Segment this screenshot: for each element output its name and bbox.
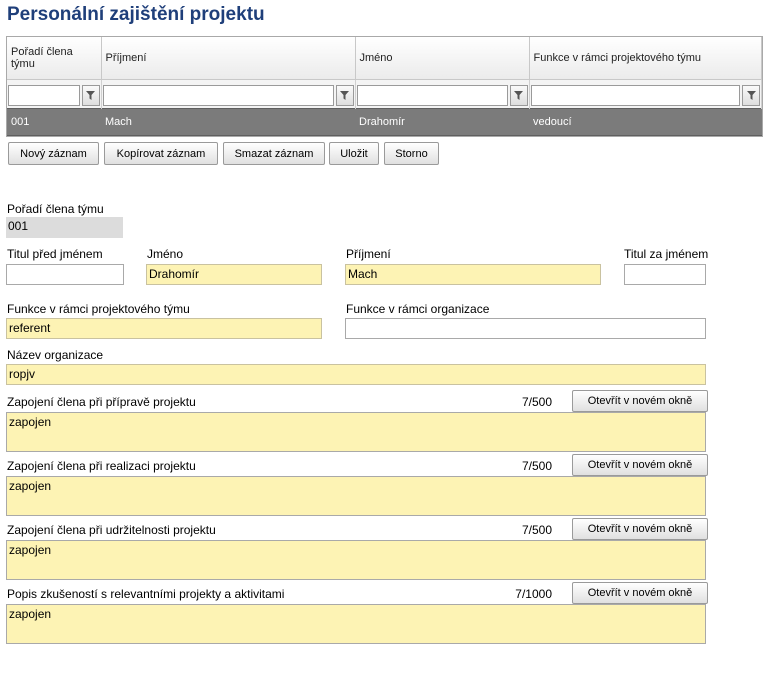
order-value: 001 — [6, 217, 123, 238]
title-before-field[interactable] — [6, 264, 124, 285]
filter-input-first-name[interactable] — [356, 84, 508, 106]
last-name-label: Příjmení — [346, 247, 391, 261]
org-name-label: Název organizace — [7, 348, 104, 362]
exp-textarea[interactable]: zapojen — [6, 604, 706, 644]
column-header-last-name[interactable]: Příjmení — [101, 37, 356, 80]
prep-open-window-button[interactable]: Otevřít v novém okně — [572, 390, 708, 412]
last-name-field[interactable]: Mach — [345, 264, 601, 285]
save-button[interactable]: Uložit — [329, 142, 379, 165]
copy-record-button[interactable]: Kopírovat záznam — [104, 142, 218, 165]
prep-textarea[interactable]: zapojen — [6, 412, 706, 452]
new-record-button[interactable]: Nový záznam — [8, 142, 99, 165]
table-row[interactable]: 001 Mach Drahomír vedoucí — [7, 108, 762, 136]
filter-icon — [746, 90, 756, 100]
title-after-label: Titul za jménem — [624, 247, 709, 261]
sust-label: Zapojení člena při udržitelnosti projekt… — [7, 523, 216, 537]
impl-counter: 7/500 — [521, 459, 552, 473]
org-name-field[interactable]: ropjv — [6, 364, 706, 385]
prep-label: Zapojení člena při přípravě projektu — [7, 395, 196, 409]
grid-header-row: Pořadí člena týmu Příjmení Jméno Funkce … — [7, 37, 762, 80]
prep-counter: 7/500 — [521, 395, 552, 409]
filter-icon — [340, 90, 349, 100]
filter-input-function[interactable] — [530, 84, 740, 106]
cell-order: 001 — [7, 108, 101, 136]
team-function-field[interactable]: referent — [6, 318, 322, 339]
first-name-field[interactable]: Drahomír — [146, 264, 322, 285]
column-header-order[interactable]: Pořadí člena týmu — [7, 37, 102, 80]
exp-label: Popis zkušeností s relevantními projekty… — [7, 587, 285, 601]
impl-textarea[interactable]: zapojen — [6, 476, 706, 516]
column-header-function[interactable]: Funkce v rámci projektového týmu — [529, 37, 762, 80]
impl-label: Zapojení člena při realizaci projektu — [7, 459, 196, 473]
exp-open-window-button[interactable]: Otevřít v novém okně — [572, 582, 708, 604]
filter-icon — [86, 90, 95, 100]
team-function-label: Funkce v rámci projektového týmu — [7, 302, 190, 316]
sust-open-window-button[interactable]: Otevřít v novém okně — [572, 518, 708, 540]
page-title: Personální zajištění projektu — [7, 4, 265, 25]
delete-record-button[interactable]: Smazat záznam — [223, 142, 325, 165]
filter-button-last-name[interactable] — [335, 84, 354, 106]
column-header-first-name[interactable]: Jméno — [355, 37, 530, 80]
filter-input-last-name[interactable] — [102, 84, 334, 106]
cancel-button[interactable]: Storno — [384, 142, 439, 165]
cell-function: vedoucí — [529, 108, 762, 136]
org-function-label: Funkce v rámci organizace — [346, 302, 490, 316]
sust-counter: 7/500 — [521, 523, 552, 537]
order-label: Pořadí člena týmu — [7, 202, 104, 216]
filter-button-order[interactable] — [81, 84, 100, 106]
first-name-label: Jméno — [147, 247, 184, 261]
grid-filter-row — [7, 79, 762, 109]
cell-last-name: Mach — [101, 108, 355, 136]
filter-button-function[interactable] — [742, 84, 760, 106]
title-before-label: Titul před jménem — [7, 247, 103, 261]
org-function-field[interactable] — [345, 318, 706, 339]
team-grid: Pořadí člena týmu Příjmení Jméno Funkce … — [6, 36, 763, 137]
cell-first-name: Drahomír — [355, 108, 529, 136]
sust-textarea[interactable]: zapojen — [6, 540, 706, 580]
impl-open-window-button[interactable]: Otevřít v novém okně — [572, 454, 708, 476]
exp-counter: 7/1000 — [515, 587, 552, 601]
filter-input-order[interactable] — [8, 84, 80, 106]
title-after-field[interactable] — [624, 264, 706, 285]
filter-icon — [514, 90, 523, 100]
filter-button-first-name[interactable] — [509, 84, 528, 106]
